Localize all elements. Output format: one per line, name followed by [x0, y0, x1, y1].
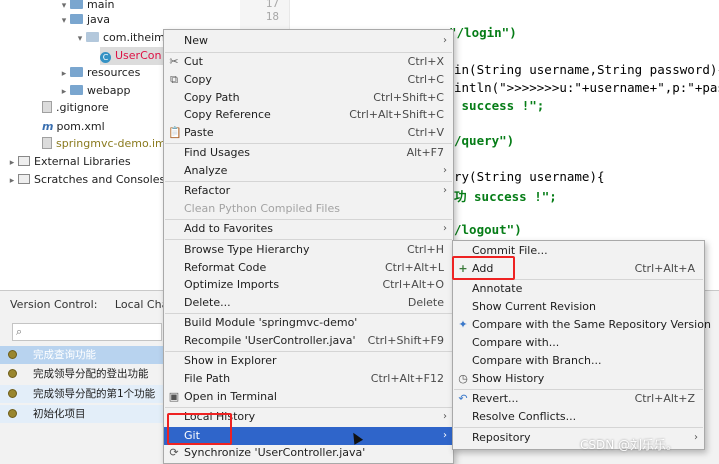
tree-item-webapp[interactable]: ▸ webapp [58, 82, 131, 100]
class-icon: C [100, 52, 111, 63]
menu-item-optimize-imports[interactable]: Optimize Imports Ctrl+Alt+O [164, 276, 453, 294]
code-line: ry(String username){ [454, 169, 605, 184]
tree-item-scratches[interactable]: ▸ Scratches and Consoles [6, 171, 165, 189]
menu-item-recompile[interactable]: Recompile 'UserController.java' Ctrl+Shif… [164, 332, 453, 350]
library-icon [18, 156, 30, 166]
git-item-resolve-conflicts[interactable]: Resolve Conflicts... [453, 408, 704, 426]
expand-arrow-icon[interactable]: ▾ [74, 30, 86, 48]
compare-icon: ✦ [458, 318, 468, 331]
history-icon: ◷ [458, 372, 468, 385]
folder-icon [70, 0, 83, 9]
sync-icon: ⟳ [169, 446, 179, 459]
menu-item-synchronize[interactable]: ⟳ Synchronize 'UserController.java' [164, 444, 453, 462]
menu-item-file-path[interactable]: File Path Ctrl+Alt+F12 [164, 370, 453, 388]
menu-item-analyze[interactable]: Analyze › [164, 162, 453, 180]
menu-separator [454, 427, 703, 428]
expand-arrow-icon[interactable]: ▸ [6, 172, 18, 190]
context-menu: New › ✂ Cut Ctrl+X ⧉ Copy Ctrl+C Copy Path Ctr… [163, 29, 454, 464]
tree-item-external-libraries[interactable]: ▸ External Libraries [6, 153, 131, 171]
line-number: 18 [265, 10, 279, 23]
scratch-icon [18, 174, 30, 184]
clipboard-icon: 📋 [168, 126, 182, 139]
expand-arrow-icon[interactable]: ▸ [58, 65, 70, 83]
scissors-icon: ✂ [169, 55, 179, 68]
annotation-box-git [167, 413, 232, 445]
code-line: intln(">>>>>>>u:"+username+",p:"+pas [454, 80, 719, 95]
submenu-arrow-icon: › [443, 411, 447, 422]
tree-item-pom[interactable]: m pom.xml [42, 118, 105, 136]
commit-row[interactable]: 完成查询功能 [0, 346, 165, 364]
commit-node-icon [8, 389, 17, 398]
submenu-arrow-icon: › [443, 430, 447, 441]
commit-node-icon [8, 369, 17, 378]
vc-search-input[interactable]: ⌕ [12, 323, 162, 341]
menu-item-reformat-code[interactable]: Reformat Code Ctrl+Alt+L [164, 259, 453, 277]
menu-separator [165, 239, 452, 240]
folder-icon [70, 85, 83, 95]
menu-item-open-in-terminal[interactable]: ▣ Open in Terminal [164, 388, 453, 406]
commit-node-icon [8, 350, 17, 359]
submenu-arrow-icon: › [443, 185, 447, 196]
code-line: success !"; [454, 98, 545, 113]
code-line: /query") [454, 133, 515, 148]
tree-item-resources[interactable]: ▸ resources [58, 64, 141, 83]
commit-row[interactable]: 完成领导分配的登出功能 [0, 365, 165, 383]
submenu-arrow-icon: › [443, 165, 447, 176]
menu-item-add-to-favorites[interactable]: Add to Favorites › [164, 220, 453, 238]
watermark: CSDN @刘乐乐。 [580, 438, 679, 452]
tab-version-control[interactable]: Version Control: [10, 298, 97, 311]
menu-item-copy[interactable]: ⧉ Copy Ctrl+C [164, 71, 453, 89]
code-line: "/login") [449, 25, 517, 40]
tree-item-gitignore[interactable]: .gitignore [42, 99, 109, 117]
menu-item-copy-reference[interactable]: Copy Reference Ctrl+Alt+Shift+C [164, 106, 453, 124]
annotation-box-add [452, 256, 515, 280]
tree-item-iml[interactable]: springmvc-demo.iml [42, 135, 169, 153]
git-item-compare-with[interactable]: Compare with... [453, 334, 704, 352]
copy-icon: ⧉ [170, 73, 178, 86]
menu-item-paste[interactable]: 📋 Paste Ctrl+V [164, 124, 453, 142]
terminal-icon: ▣ [168, 390, 180, 403]
menu-item-copy-path[interactable]: Copy Path Ctrl+Shift+C [164, 89, 453, 107]
expand-arrow-icon[interactable]: ▾ [58, 12, 70, 30]
file-icon [42, 137, 52, 149]
folder-icon [70, 67, 83, 77]
folder-icon [70, 14, 83, 24]
code-line: /logout") [454, 222, 522, 237]
git-item-compare-same-repo[interactable]: ✦ Compare with the Same Repository Versio… [453, 316, 711, 334]
git-item-revert[interactable]: ↶ Revert... Ctrl+Alt+Z [453, 390, 704, 408]
menu-item-delete[interactable]: Delete... Delete [164, 294, 453, 312]
menu-item-find-usages[interactable]: Find Usages Alt+F7 [164, 144, 453, 162]
menu-item-refactor[interactable]: Refactor › [164, 182, 453, 200]
submenu-arrow-icon: › [443, 35, 447, 46]
menu-item-cut[interactable]: ✂ Cut Ctrl+X [164, 53, 453, 71]
code-line: in(String username,String password){ [454, 62, 719, 77]
submenu-arrow-icon: › [443, 223, 447, 234]
tree-item-user-controller[interactable]: C UserCon [100, 47, 166, 65]
line-number: 17 [265, 0, 279, 10]
git-item-show-history[interactable]: ◷ Show History [453, 370, 704, 388]
menu-item-show-in-explorer[interactable]: Show in Explorer [164, 352, 453, 370]
code-line: 功 success !"; [454, 189, 557, 204]
commit-row[interactable]: 完成领导分配的第1个功能 [0, 385, 165, 403]
git-item-show-current-revision[interactable]: Show Current Revision [453, 298, 704, 316]
maven-icon: m [42, 120, 54, 133]
file-icon [42, 101, 52, 113]
menu-item-build-module[interactable]: Build Module 'springmvc-demo' [164, 314, 453, 332]
menu-item-clean-python: Clean Python Compiled Files [184, 202, 340, 215]
search-icon: ⌕ [16, 325, 23, 338]
commit-node-icon [8, 409, 17, 418]
submenu-arrow-icon: › [694, 432, 698, 443]
tree-item-package[interactable]: ▾ com.itheim [74, 29, 165, 47]
package-icon [86, 32, 99, 42]
tree-item-java[interactable]: ▾ java [58, 11, 110, 29]
expand-arrow-icon[interactable]: ▸ [6, 154, 18, 172]
menu-item-browse-type-hierarchy[interactable]: Browse Type Hierarchy Ctrl+H [164, 241, 453, 259]
menu-item-new[interactable]: New › [164, 32, 453, 50]
revert-icon: ↶ [458, 392, 468, 405]
git-item-annotate[interactable]: Annotate [453, 280, 704, 298]
commit-row[interactable]: 初始化项目 [0, 405, 165, 423]
git-item-compare-with-branch[interactable]: Compare with Branch... [453, 352, 704, 370]
